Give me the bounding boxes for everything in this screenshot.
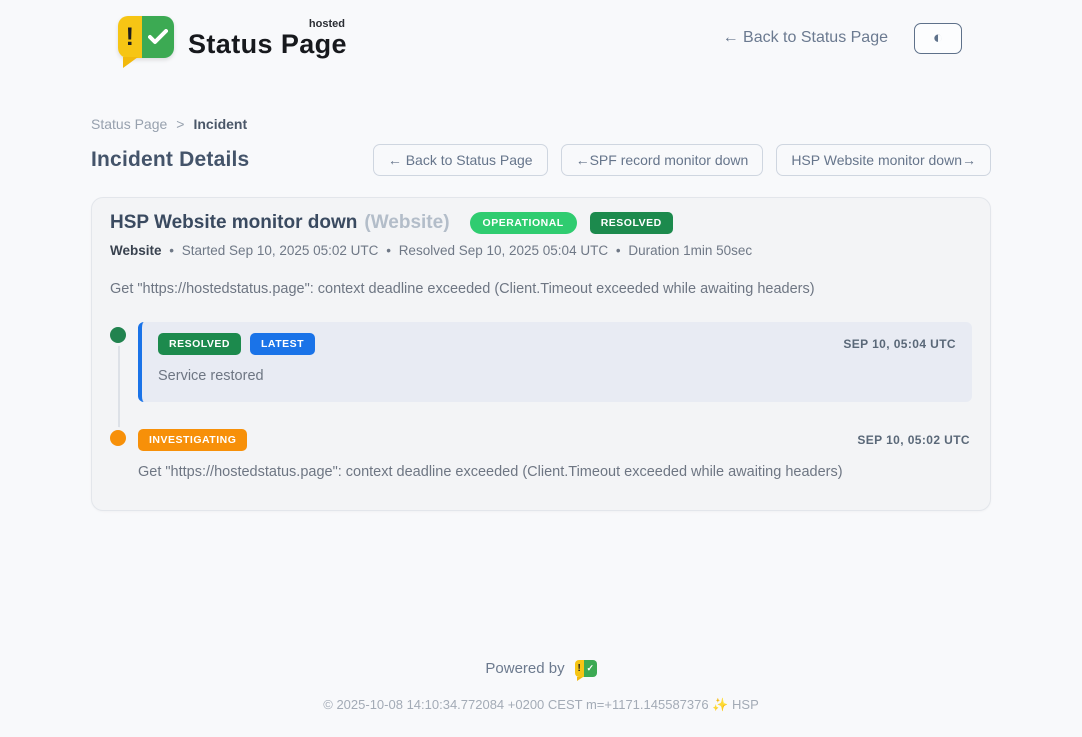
- resolved-status-badge: RESOLVED: [590, 212, 673, 234]
- brand-logo[interactable]: ! hosted Status Page: [118, 16, 347, 60]
- timeline-message: Get "https://hostedstatus.page": context…: [138, 464, 970, 480]
- breadcrumb: Status Page > Incident: [91, 116, 991, 132]
- page: ! hosted Status Page ← Back to Status Pa…: [0, 0, 1082, 737]
- page-title: Incident Details: [91, 148, 249, 172]
- exclamation-icon: !: [118, 16, 142, 58]
- half-circle-contrast-icon: ◐: [933, 28, 943, 48]
- brand-name: Status Page: [188, 31, 347, 58]
- back-to-status-page-button[interactable]: ← Back to Status Page: [373, 144, 548, 176]
- timeline-entry-resolved: RESOLVED LATEST SEP 10, 05:04 UTC Servic…: [110, 322, 972, 402]
- timeline-entry-header: INVESTIGATING SEP 10, 05:02 UTC: [138, 429, 970, 451]
- breadcrumb-separator: >: [176, 116, 184, 132]
- main-content: Status Page > Incident Incident Details …: [91, 60, 991, 511]
- timeline-timestamp: SEP 10, 05:02 UTC: [857, 433, 970, 447]
- incident-description: Get "https://hostedstatus.page": context…: [110, 281, 972, 297]
- status-page-logo-icon: !: [118, 16, 174, 60]
- meta-separator: •: [169, 243, 174, 258]
- logo-tail: [577, 677, 583, 681]
- meta-component: Website: [110, 243, 162, 258]
- powered-by: Powered by ! ✓: [485, 660, 596, 678]
- timeline-investigating-badge: INVESTIGATING: [138, 429, 247, 451]
- header-actions: ← Back to Status Page ◐: [723, 23, 962, 54]
- timeline-latest-badge: LATEST: [250, 333, 315, 355]
- brand-text: hosted Status Page: [188, 19, 347, 58]
- heading-row: Incident Details ← Back to Status Page ←…: [91, 144, 991, 176]
- incident-card: HSP Website monitor down (Website) OPERA…: [91, 197, 991, 511]
- prev-incident-button[interactable]: ←SPF record monitor down: [561, 144, 764, 176]
- timeline-entry-investigating: INVESTIGATING SEP 10, 05:02 UTC Get "htt…: [110, 429, 972, 480]
- timeline-entry-header: RESOLVED LATEST SEP 10, 05:04 UTC: [158, 333, 956, 355]
- meta-separator: •: [386, 243, 391, 258]
- timeline-timestamp: SEP 10, 05:04 UTC: [843, 337, 956, 351]
- site-footer: Powered by ! ✓ © 2025-10-08 14:10:34.772…: [0, 660, 1082, 737]
- checkmark-icon: [142, 16, 174, 58]
- incident-title: HSP Website monitor down: [110, 212, 357, 234]
- copyright-line: © 2025-10-08 14:10:34.772084 +0200 CEST …: [0, 697, 1082, 713]
- resolved-dot-icon: [110, 327, 126, 343]
- incident-component-suffix: (Website): [364, 212, 449, 234]
- operational-status-badge: OPERATIONAL: [470, 212, 577, 234]
- checkmark-icon: ✓: [584, 660, 597, 677]
- meta-resolved: Resolved Sep 10, 2025 05:04 UTC: [399, 243, 608, 258]
- timeline-update-box: RESOLVED LATEST SEP 10, 05:04 UTC Servic…: [138, 322, 972, 402]
- meta-started: Started Sep 10, 2025 05:02 UTC: [182, 243, 379, 258]
- incident-meta: Website • Started Sep 10, 2025 05:02 UTC…: [110, 243, 972, 258]
- timeline-resolved-badge: RESOLVED: [158, 333, 241, 355]
- powered-by-label: Powered by: [485, 660, 564, 677]
- brand-superscript: hosted: [309, 19, 345, 30]
- incident-nav-buttons: ← Back to Status Page ←SPF record monito…: [373, 144, 991, 176]
- timeline-message: Service restored: [158, 368, 956, 384]
- meta-duration: Duration 1min 50sec: [628, 243, 752, 258]
- status-page-mini-logo-icon[interactable]: ! ✓: [575, 660, 597, 678]
- breadcrumb-root[interactable]: Status Page: [91, 116, 167, 132]
- theme-toggle-button[interactable]: ◐: [914, 23, 962, 54]
- exclamation-icon: !: [575, 660, 584, 677]
- meta-separator: •: [616, 243, 621, 258]
- back-to-status-page-link[interactable]: ← Back to Status Page: [723, 29, 888, 47]
- incident-timeline: RESOLVED LATEST SEP 10, 05:04 UTC Servic…: [110, 322, 972, 480]
- breadcrumb-current: Incident: [193, 116, 247, 132]
- next-incident-button[interactable]: HSP Website monitor down→: [776, 144, 991, 176]
- timeline-update-plain: INVESTIGATING SEP 10, 05:02 UTC Get "htt…: [138, 429, 972, 480]
- logo-tail: [123, 57, 138, 68]
- investigating-dot-icon: [110, 430, 126, 446]
- site-header: ! hosted Status Page ← Back to Status Pa…: [0, 0, 1082, 60]
- incident-title-row: HSP Website monitor down (Website) OPERA…: [110, 212, 972, 234]
